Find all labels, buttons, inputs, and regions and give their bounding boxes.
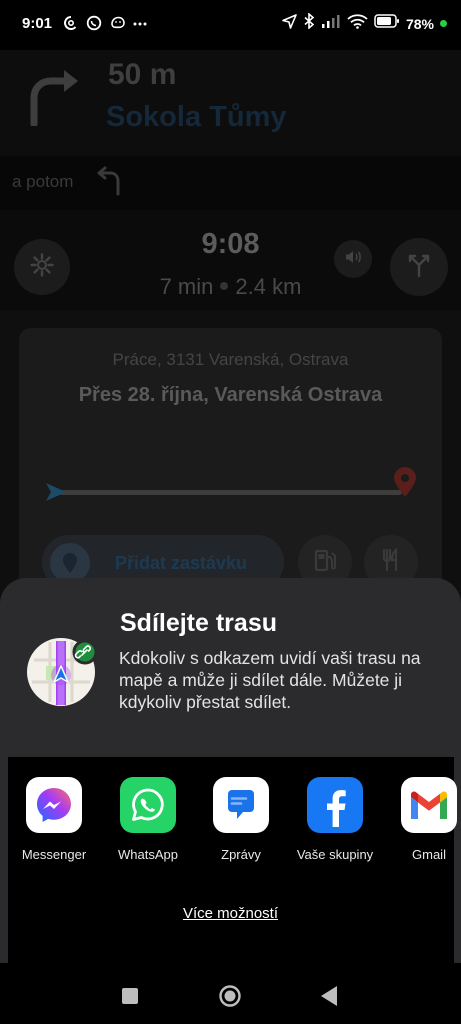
share-app-messenger[interactable]: Messenger bbox=[14, 777, 94, 863]
share-description: Kdokoliv s odkazem uvidí vaši trasu na m… bbox=[119, 648, 421, 712]
notification-icons bbox=[62, 14, 149, 32]
status-bar: 9:01 78% bbox=[0, 0, 461, 50]
waze-icon bbox=[108, 14, 126, 32]
recent-apps-button[interactable] bbox=[121, 987, 139, 1010]
status-time: 9:01 bbox=[22, 15, 53, 32]
next-turn-left-icon bbox=[96, 166, 124, 201]
messages-icon bbox=[213, 777, 269, 833]
charging-dot-icon bbox=[440, 20, 447, 27]
share-app-label: Messenger bbox=[21, 847, 87, 862]
fuel-pump-icon bbox=[312, 547, 338, 578]
turn-right-icon bbox=[26, 62, 82, 131]
turn-distance: 50 m bbox=[108, 58, 177, 91]
separator-dot bbox=[220, 282, 229, 291]
current-position-icon bbox=[44, 482, 68, 507]
wifi-icon bbox=[347, 13, 368, 34]
whatsapp-app-icon bbox=[120, 777, 176, 833]
share-app-label: Gmail bbox=[412, 847, 446, 862]
route-via: Přes 28. října, Varenská Ostrava bbox=[78, 384, 383, 406]
share-route-illustration bbox=[24, 634, 98, 708]
battery-icon bbox=[374, 14, 400, 33]
home-button[interactable] bbox=[218, 984, 242, 1013]
threads-icon bbox=[62, 14, 80, 32]
share-app-label: Vaše skupiny bbox=[296, 847, 374, 862]
then-label: a potom bbox=[12, 172, 74, 191]
whatsapp-icon bbox=[85, 14, 103, 32]
destination-address: Práce, 3131 Varenská, Ostrava bbox=[112, 350, 349, 369]
arrival-time: 9:08 bbox=[201, 228, 260, 260]
system-icons: 78% bbox=[282, 12, 447, 34]
destination-pin-icon bbox=[392, 466, 418, 503]
gmail-icon bbox=[401, 777, 457, 833]
fork-knife-icon bbox=[378, 547, 404, 578]
more-options-link[interactable]: Více možností bbox=[0, 905, 461, 922]
trip-summary: 7 min 2.4 km bbox=[0, 274, 461, 300]
route-progress-line bbox=[58, 490, 402, 495]
trip-distance: 2.4 km bbox=[235, 274, 302, 299]
share-app-facebook-groups[interactable]: Vaše skupiny bbox=[295, 777, 375, 863]
back-button[interactable] bbox=[319, 985, 339, 1012]
add-stop-label: Přidat zastávku bbox=[115, 553, 248, 573]
share-app-gmail[interactable]: Gmail bbox=[389, 777, 461, 863]
share-app-messages[interactable]: Zprávy bbox=[201, 777, 281, 863]
share-app-label: WhatsApp bbox=[118, 847, 178, 862]
add-stop-pin-icon bbox=[50, 543, 90, 583]
share-title: Sdílejte trasu bbox=[120, 609, 277, 637]
more-dots-icon bbox=[131, 14, 149, 32]
share-app-whatsapp[interactable]: WhatsApp bbox=[108, 777, 188, 863]
share-app-label: Zprávy bbox=[221, 847, 261, 862]
facebook-icon bbox=[307, 777, 363, 833]
location-arrow-icon bbox=[282, 13, 297, 34]
bluetooth-icon bbox=[303, 12, 315, 34]
trip-duration: 7 min bbox=[159, 274, 214, 299]
street-name: Sokola Tůmy bbox=[106, 101, 287, 133]
signal-icon bbox=[321, 14, 341, 33]
messenger-icon bbox=[26, 777, 82, 833]
battery-percent: 78% bbox=[405, 15, 434, 32]
